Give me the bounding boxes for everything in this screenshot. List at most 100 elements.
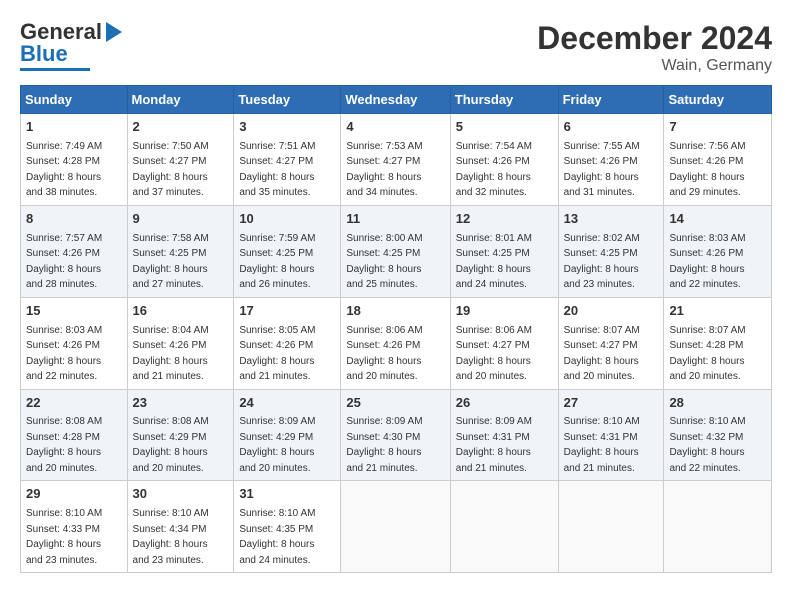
day-number: 26 — [456, 394, 553, 413]
day-info: Sunrise: 8:10 AMSunset: 4:35 PMDaylight:… — [239, 508, 315, 566]
day-info: Sunrise: 8:07 AMSunset: 4:28 PMDaylight:… — [669, 325, 745, 383]
calendar-day-cell: 7 Sunrise: 7:56 AMSunset: 4:26 PMDayligh… — [664, 114, 772, 206]
calendar-week-row: 8 Sunrise: 7:57 AMSunset: 4:26 PMDayligh… — [21, 205, 772, 297]
calendar-week-row: 1 Sunrise: 7:49 AMSunset: 4:28 PMDayligh… — [21, 114, 772, 206]
day-info: Sunrise: 8:05 AMSunset: 4:26 PMDaylight:… — [239, 325, 315, 383]
day-info: Sunrise: 8:10 AMSunset: 4:31 PMDaylight:… — [564, 416, 640, 474]
day-info: Sunrise: 7:49 AMSunset: 4:28 PMDaylight:… — [26, 141, 102, 199]
day-number: 25 — [346, 394, 444, 413]
calendar-table: SundayMondayTuesdayWednesdayThursdayFrid… — [20, 85, 772, 573]
day-number: 1 — [26, 118, 122, 137]
day-number: 18 — [346, 302, 444, 321]
logo: General Blue — [20, 20, 122, 71]
month-title: December 2024 — [537, 20, 772, 57]
calendar-week-row: 22 Sunrise: 8:08 AMSunset: 4:28 PMDaylig… — [21, 389, 772, 481]
weekday-header: Friday — [558, 86, 664, 114]
calendar-header-row: SundayMondayTuesdayWednesdayThursdayFrid… — [21, 86, 772, 114]
weekday-header: Monday — [127, 86, 234, 114]
day-number: 13 — [564, 210, 659, 229]
day-info: Sunrise: 8:01 AMSunset: 4:25 PMDaylight:… — [456, 233, 532, 291]
day-info: Sunrise: 8:06 AMSunset: 4:27 PMDaylight:… — [456, 325, 532, 383]
calendar-day-cell: 22 Sunrise: 8:08 AMSunset: 4:28 PMDaylig… — [21, 389, 128, 481]
day-info: Sunrise: 8:10 AMSunset: 4:33 PMDaylight:… — [26, 508, 102, 566]
calendar-day-cell: 4 Sunrise: 7:53 AMSunset: 4:27 PMDayligh… — [341, 114, 450, 206]
day-info: Sunrise: 8:03 AMSunset: 4:26 PMDaylight:… — [669, 233, 745, 291]
calendar-day-cell: 6 Sunrise: 7:55 AMSunset: 4:26 PMDayligh… — [558, 114, 664, 206]
calendar-day-cell: 12 Sunrise: 8:01 AMSunset: 4:25 PMDaylig… — [450, 205, 558, 297]
day-info: Sunrise: 8:08 AMSunset: 4:29 PMDaylight:… — [133, 416, 209, 474]
calendar-day-cell: 27 Sunrise: 8:10 AMSunset: 4:31 PMDaylig… — [558, 389, 664, 481]
day-info: Sunrise: 7:55 AMSunset: 4:26 PMDaylight:… — [564, 141, 640, 199]
day-number: 20 — [564, 302, 659, 321]
page-header: General Blue December 2024 Wain, Germany — [20, 20, 772, 75]
day-number: 22 — [26, 394, 122, 413]
weekday-header: Wednesday — [341, 86, 450, 114]
day-info: Sunrise: 8:03 AMSunset: 4:26 PMDaylight:… — [26, 325, 102, 383]
calendar-day-cell: 3 Sunrise: 7:51 AMSunset: 4:27 PMDayligh… — [234, 114, 341, 206]
calendar-day-cell: 13 Sunrise: 8:02 AMSunset: 4:25 PMDaylig… — [558, 205, 664, 297]
calendar-day-cell — [341, 481, 450, 573]
calendar-day-cell — [450, 481, 558, 573]
calendar-day-cell: 30 Sunrise: 8:10 AMSunset: 4:34 PMDaylig… — [127, 481, 234, 573]
day-number: 14 — [669, 210, 766, 229]
day-number: 12 — [456, 210, 553, 229]
title-section: December 2024 Wain, Germany — [537, 20, 772, 75]
day-number: 28 — [669, 394, 766, 413]
calendar-day-cell: 2 Sunrise: 7:50 AMSunset: 4:27 PMDayligh… — [127, 114, 234, 206]
calendar-day-cell: 25 Sunrise: 8:09 AMSunset: 4:30 PMDaylig… — [341, 389, 450, 481]
day-number: 11 — [346, 210, 444, 229]
calendar-day-cell: 11 Sunrise: 8:00 AMSunset: 4:25 PMDaylig… — [341, 205, 450, 297]
calendar-day-cell: 18 Sunrise: 8:06 AMSunset: 4:26 PMDaylig… — [341, 297, 450, 389]
day-number: 17 — [239, 302, 335, 321]
day-info: Sunrise: 7:58 AMSunset: 4:25 PMDaylight:… — [133, 233, 209, 291]
day-info: Sunrise: 8:04 AMSunset: 4:26 PMDaylight:… — [133, 325, 209, 383]
day-info: Sunrise: 7:57 AMSunset: 4:26 PMDaylight:… — [26, 233, 102, 291]
calendar-day-cell: 28 Sunrise: 8:10 AMSunset: 4:32 PMDaylig… — [664, 389, 772, 481]
day-number: 15 — [26, 302, 122, 321]
day-info: Sunrise: 8:06 AMSunset: 4:26 PMDaylight:… — [346, 325, 422, 383]
day-number: 29 — [26, 485, 122, 504]
day-number: 2 — [133, 118, 229, 137]
day-info: Sunrise: 8:10 AMSunset: 4:32 PMDaylight:… — [669, 416, 745, 474]
calendar-day-cell: 10 Sunrise: 7:59 AMSunset: 4:25 PMDaylig… — [234, 205, 341, 297]
day-number: 9 — [133, 210, 229, 229]
calendar-day-cell: 31 Sunrise: 8:10 AMSunset: 4:35 PMDaylig… — [234, 481, 341, 573]
calendar-day-cell: 24 Sunrise: 8:09 AMSunset: 4:29 PMDaylig… — [234, 389, 341, 481]
day-number: 21 — [669, 302, 766, 321]
calendar-day-cell: 29 Sunrise: 8:10 AMSunset: 4:33 PMDaylig… — [21, 481, 128, 573]
day-number: 23 — [133, 394, 229, 413]
day-info: Sunrise: 8:02 AMSunset: 4:25 PMDaylight:… — [564, 233, 640, 291]
calendar-day-cell: 8 Sunrise: 7:57 AMSunset: 4:26 PMDayligh… — [21, 205, 128, 297]
calendar-day-cell: 15 Sunrise: 8:03 AMSunset: 4:26 PMDaylig… — [21, 297, 128, 389]
day-info: Sunrise: 8:09 AMSunset: 4:29 PMDaylight:… — [239, 416, 315, 474]
day-number: 7 — [669, 118, 766, 137]
day-info: Sunrise: 7:59 AMSunset: 4:25 PMDaylight:… — [239, 233, 315, 291]
day-number: 27 — [564, 394, 659, 413]
day-info: Sunrise: 7:53 AMSunset: 4:27 PMDaylight:… — [346, 141, 422, 199]
calendar-day-cell: 14 Sunrise: 8:03 AMSunset: 4:26 PMDaylig… — [664, 205, 772, 297]
day-number: 24 — [239, 394, 335, 413]
day-info: Sunrise: 7:56 AMSunset: 4:26 PMDaylight:… — [669, 141, 745, 199]
calendar-day-cell: 16 Sunrise: 8:04 AMSunset: 4:26 PMDaylig… — [127, 297, 234, 389]
logo-arrow-icon — [106, 22, 122, 42]
day-number: 8 — [26, 210, 122, 229]
weekday-header: Tuesday — [234, 86, 341, 114]
day-info: Sunrise: 8:09 AMSunset: 4:30 PMDaylight:… — [346, 416, 422, 474]
calendar-day-cell: 20 Sunrise: 8:07 AMSunset: 4:27 PMDaylig… — [558, 297, 664, 389]
day-number: 3 — [239, 118, 335, 137]
day-number: 16 — [133, 302, 229, 321]
calendar-week-row: 29 Sunrise: 8:10 AMSunset: 4:33 PMDaylig… — [21, 481, 772, 573]
calendar-day-cell: 1 Sunrise: 7:49 AMSunset: 4:28 PMDayligh… — [21, 114, 128, 206]
location: Wain, Germany — [537, 57, 772, 75]
day-info: Sunrise: 7:54 AMSunset: 4:26 PMDaylight:… — [456, 141, 532, 199]
day-number: 31 — [239, 485, 335, 504]
calendar-day-cell: 5 Sunrise: 7:54 AMSunset: 4:26 PMDayligh… — [450, 114, 558, 206]
day-info: Sunrise: 7:51 AMSunset: 4:27 PMDaylight:… — [239, 141, 315, 199]
day-number: 4 — [346, 118, 444, 137]
calendar-day-cell: 19 Sunrise: 8:06 AMSunset: 4:27 PMDaylig… — [450, 297, 558, 389]
calendar-day-cell: 9 Sunrise: 7:58 AMSunset: 4:25 PMDayligh… — [127, 205, 234, 297]
day-info: Sunrise: 8:00 AMSunset: 4:25 PMDaylight:… — [346, 233, 422, 291]
day-number: 19 — [456, 302, 553, 321]
weekday-header: Sunday — [21, 86, 128, 114]
day-number: 5 — [456, 118, 553, 137]
